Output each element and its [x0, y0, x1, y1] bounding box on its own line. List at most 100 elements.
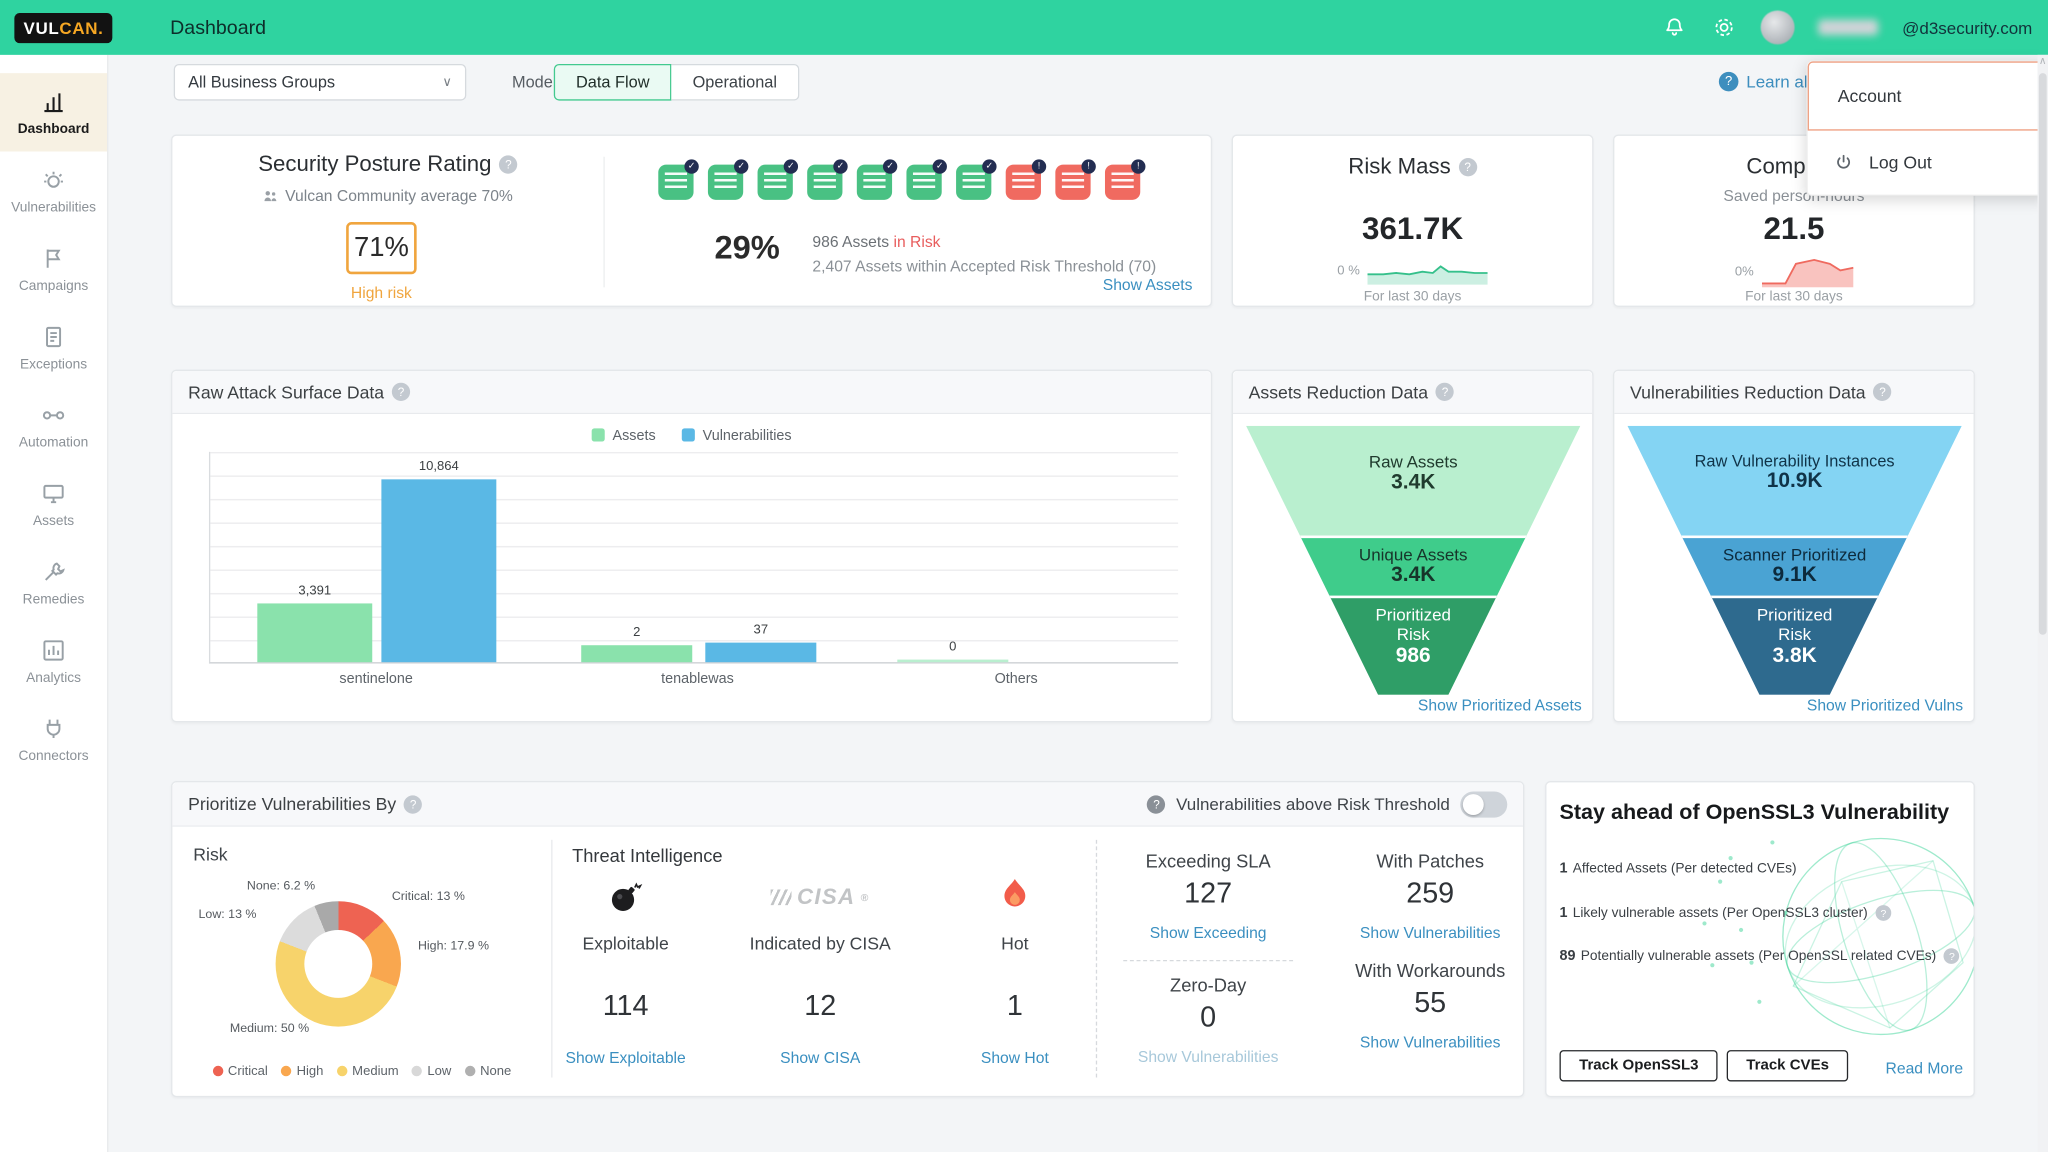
settings-gear-icon[interactable]: [1711, 14, 1737, 40]
mode-data-flow-button[interactable]: Data Flow: [554, 64, 672, 101]
x-axis-label: Others: [938, 671, 1095, 687]
openssl-help-icon[interactable]: ?: [1876, 905, 1892, 921]
threshold-help-icon[interactable]: ?: [1147, 795, 1165, 813]
posture-score: 71%: [346, 222, 417, 274]
sidebar-item-assets[interactable]: Assets: [0, 465, 107, 543]
cisa-label: Indicated by CISA: [735, 934, 905, 954]
track-cves-button[interactable]: Track CVEs: [1727, 1050, 1849, 1081]
raw-attack-help-icon[interactable]: ?: [392, 383, 410, 401]
vulns-reduction-help-icon[interactable]: ?: [1873, 383, 1891, 401]
openssl-help-icon[interactable]: ?: [1944, 948, 1960, 964]
cisa-column: CISA® Indicated by CISA 12 Show CISA: [735, 782, 905, 1098]
plug-icon: [40, 715, 66, 741]
risk-donut-chart: [276, 901, 401, 1026]
raw-attack-title: Raw Attack Surface Data: [188, 382, 384, 402]
analytics-icon: [40, 637, 66, 663]
user-email: @d3security.com: [1902, 18, 2032, 38]
flag-icon: [40, 245, 66, 271]
bar-sentinelone-vulns: [381, 479, 496, 662]
connector-ok-icon[interactable]: ✓: [807, 165, 842, 200]
divider: [1123, 960, 1293, 961]
show-hot-link[interactable]: Show Hot: [981, 1049, 1049, 1067]
risk-level-label: High risk: [316, 283, 447, 301]
show-workarounds-link[interactable]: Show Vulnerabilities: [1360, 1033, 1501, 1051]
connector-ok-icon[interactable]: ✓: [708, 165, 743, 200]
scrollbar-up-arrow[interactable]: ∧: [2038, 55, 2048, 67]
funnel-stage-label: Prioritized Risk: [1361, 606, 1465, 645]
prioritize-help-icon[interactable]: ?: [404, 795, 422, 813]
assets-reduction-help-icon[interactable]: ?: [1436, 383, 1454, 401]
assets-in-risk-line: 986 Assets in Risk: [812, 232, 1156, 250]
show-exploitable-link[interactable]: Show Exploitable: [566, 1049, 686, 1067]
sidebar-item-campaigns[interactable]: Campaigns: [0, 230, 107, 308]
notifications-bell-icon[interactable]: [1662, 14, 1688, 40]
posture-title: Security Posture Rating: [258, 152, 491, 178]
vulcan-logo[interactable]: VULCAN.: [14, 12, 112, 42]
funnel-stage-value: 3.4K: [1246, 472, 1580, 496]
power-icon: [1834, 153, 1854, 173]
mode-operational-button[interactable]: Operational: [672, 64, 800, 101]
show-prioritized-vulns-link[interactable]: Show Prioritized Vulns: [1807, 696, 1963, 714]
company-sparkline: [1762, 256, 1853, 287]
show-cisa-link[interactable]: Show CISA: [780, 1049, 860, 1067]
business-group-select[interactable]: All Business Groups ∨: [174, 64, 467, 101]
funnel-stage-label: Raw Vulnerability Instances: [1627, 452, 1961, 470]
x-axis-label: sentinelone: [298, 671, 455, 687]
sidebar-item-remedies[interactable]: Remedies: [0, 543, 107, 621]
cisa-logo: CISA®: [735, 884, 905, 910]
show-zero-day-link[interactable]: Show Vulnerabilities: [1138, 1048, 1279, 1066]
sidebar-item-analytics[interactable]: Analytics: [0, 622, 107, 700]
openssl-card: Stay ahead of OpenSSL3 Vulnerability 1Af…: [1545, 781, 1975, 1097]
x-axis-label: tenablewas: [619, 671, 776, 687]
dashboard-icon: [40, 88, 66, 114]
risk-mass-help-icon[interactable]: ?: [1459, 158, 1477, 176]
menu-item-logout[interactable]: Log Out: [1808, 131, 2046, 195]
document-icon: [40, 323, 66, 349]
show-exceeding-link[interactable]: Show Exceeding: [1150, 923, 1267, 941]
connector-ok-icon[interactable]: ✓: [956, 165, 991, 200]
user-avatar[interactable]: [1761, 10, 1795, 44]
funnel-stage-label: Raw Assets: [1246, 452, 1580, 472]
connector-ok-icon[interactable]: ✓: [758, 165, 793, 200]
connector-risk-icon[interactable]: !: [1006, 165, 1041, 200]
scrollbar-thumb[interactable]: [2039, 73, 2047, 635]
show-prioritized-assets-link[interactable]: Show Prioritized Assets: [1418, 696, 1582, 714]
connector-status-row: ✓ ✓ ✓ ✓ ✓ ✓ ✓ ! ! !: [658, 165, 1140, 200]
menu-item-account[interactable]: Account: [1808, 61, 2046, 130]
sidebar-item-vulnerabilities[interactable]: Vulnerabilities: [0, 152, 107, 230]
funnel-stage-value: 3.8K: [1627, 645, 1961, 669]
connector-ok-icon[interactable]: ✓: [857, 165, 892, 200]
vulnerabilities-icon: [40, 167, 66, 193]
connector-risk-icon[interactable]: !: [1105, 165, 1140, 200]
exploitable-label: Exploitable: [541, 934, 711, 954]
threshold-toggle[interactable]: [1460, 791, 1507, 817]
sidebar-item-connectors[interactable]: Connectors: [0, 700, 107, 778]
connector-ok-icon[interactable]: ✓: [658, 165, 693, 200]
mode-label: Mode: [512, 73, 553, 91]
page-scrollbar[interactable]: ∧: [2038, 55, 2048, 1152]
risk-mass-card: Risk Mass? 361.7K 0 % For last 30 days: [1232, 135, 1594, 307]
chart-legend: Assets Vulnerabilities: [172, 428, 1210, 444]
vulns-reduction-title: Vulnerabilities Reduction Data: [1630, 382, 1866, 402]
connector-risk-icon[interactable]: !: [1055, 165, 1090, 200]
zero-day-value: 0: [1110, 1000, 1306, 1034]
risk-mass-delta: 0 %: [1337, 263, 1360, 277]
donut-callout-medium: Medium: 50 %: [230, 1021, 309, 1035]
community-average: Vulcan Community average 70%: [285, 187, 513, 205]
user-menu-dropdown: Account Log Out: [1806, 60, 2046, 196]
sidebar-item-automation[interactable]: Automation: [0, 387, 107, 465]
posture-help-icon[interactable]: ?: [499, 155, 517, 173]
with-patches-value: 259: [1332, 876, 1528, 910]
connector-ok-icon[interactable]: ✓: [906, 165, 941, 200]
sidebar-item-exceptions[interactable]: Exceptions: [0, 308, 107, 386]
show-assets-link[interactable]: Show Assets: [1103, 276, 1193, 294]
risk-section-label: Risk: [193, 845, 227, 865]
assets-threshold-line: 2,407 Assets within Accepted Risk Thresh…: [812, 257, 1156, 275]
exceeding-sla-label: Exceeding SLA: [1110, 850, 1306, 871]
track-openssl3-button[interactable]: Track OpenSSL3: [1560, 1050, 1719, 1081]
flame-icon: [1000, 876, 1029, 913]
bar-value-label: 2: [581, 626, 692, 640]
read-more-link[interactable]: Read More: [1886, 1059, 1964, 1077]
sidebar-item-dashboard[interactable]: Dashboard: [0, 73, 107, 151]
show-patches-link[interactable]: Show Vulnerabilities: [1360, 923, 1501, 941]
